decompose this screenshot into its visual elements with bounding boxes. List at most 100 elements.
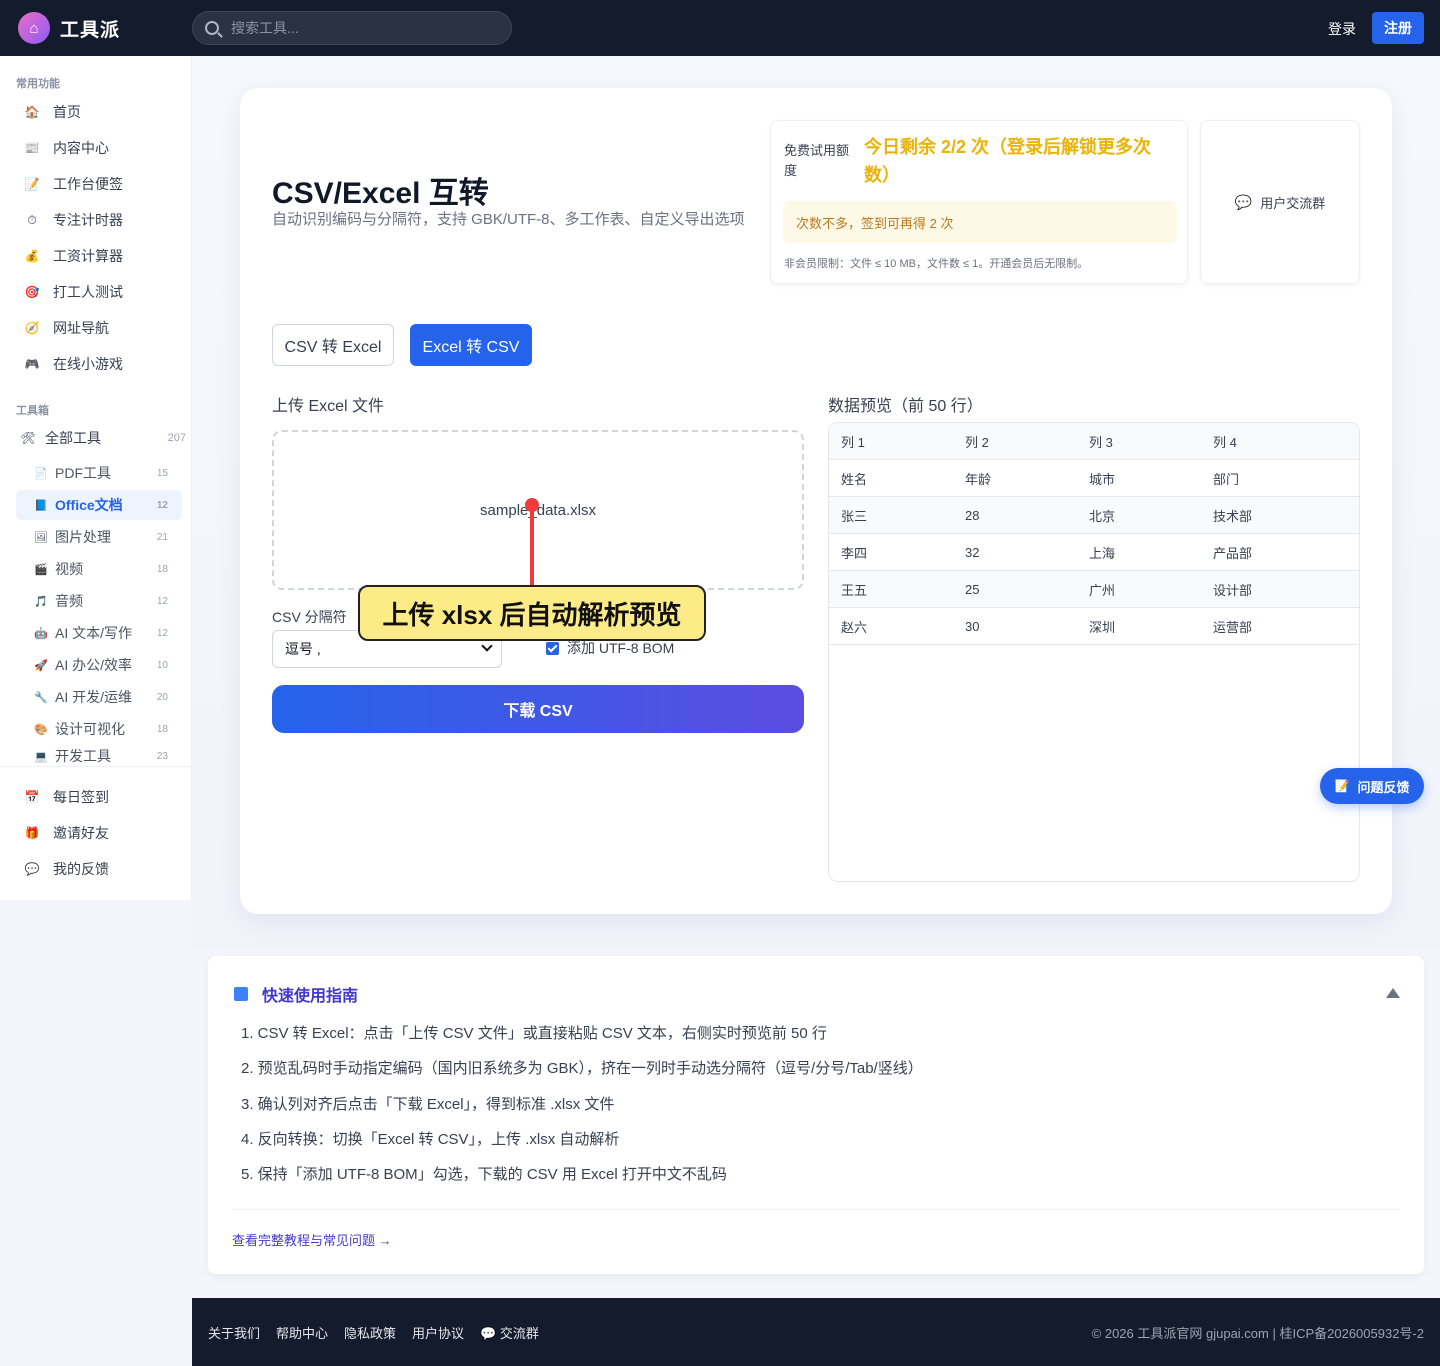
register-button[interactable]: 注册 <box>1372 12 1424 44</box>
home-icon: 🏠 <box>24 105 40 119</box>
sidebar-section-tools: 工具箱 <box>16 405 49 417</box>
tab-excel-to-csv[interactable]: Excel 转 CSV <box>410 324 532 366</box>
sidebar-item-all-tools[interactable]: 🛠 全部工具 207 <box>16 422 186 454</box>
sidebar-item-label: 在线小游戏 <box>53 356 123 372</box>
annotation-pointer-line <box>530 500 534 586</box>
collapse-arrow-icon[interactable] <box>1386 988 1400 998</box>
book-icon: 📘 <box>34 499 48 512</box>
table-row: 李四 32 上海 产品部 <box>829 534 1359 571</box>
bom-checkbox[interactable]: 添加 UTF-8 BOM <box>546 638 674 658</box>
tool-count-badge: 21 <box>156 531 168 543</box>
sidebar-item-salary[interactable]: 💰 工资计算器 <box>16 240 182 272</box>
sidebar-item-label: 我的反馈 <box>53 861 109 877</box>
sidebar-item-label: 打工人测试 <box>53 284 123 300</box>
tab-csv-to-excel[interactable]: CSV 转 Excel <box>272 324 394 366</box>
timer-icon: ⏱ <box>27 212 37 227</box>
guide-step: 1. CSV 转 Excel：点击「上传 CSV 文件」或直接粘贴 CSV 文本… <box>241 1025 827 1042</box>
table-cell: 城市 <box>1089 471 1116 487</box>
chevron-down-icon <box>481 640 493 652</box>
sidebar-section-common: 常用功能 <box>16 78 60 90</box>
full-tutorial-link[interactable]: 查看完整教程与常见问题 → <box>232 1230 392 1249</box>
picture-icon: 🖼 <box>34 531 48 544</box>
page-subtitle: 自动识别编码与分隔符，支持 GBK/UTF-8、多工作表、自定义导出选项 <box>272 211 745 228</box>
footer-link-privacy[interactable]: 隐私政策 <box>344 1323 396 1342</box>
sidebar-sub-audio[interactable]: 🎵 音频 12 <box>16 586 182 616</box>
quota-tip: 次数不多，签到可再得 2 次 <box>783 201 1177 243</box>
sidebar-item-content[interactable]: 📰 内容中心 <box>16 132 182 164</box>
sidebar-item-invite[interactable]: 🎁 邀请好友 <box>16 817 182 849</box>
search-input[interactable] <box>231 20 491 36</box>
footer-copyright: © 2026 工具派官网 gjupai.com | 桂ICP备202600593… <box>1091 1325 1424 1341</box>
sidebar-item-label: 每日签到 <box>53 789 109 805</box>
tool-count-badge: 12 <box>156 499 168 511</box>
sidebar-item-checkin[interactable]: 📅 每日签到 <box>16 781 182 813</box>
sidebar-item-nav[interactable]: 🧭 网址导航 <box>16 312 182 344</box>
sidebar-sub-ai-dev[interactable]: 🔧 AI 开发/运维 20 <box>16 682 182 712</box>
sidebar-item-notes[interactable]: 📝 工作台便签 <box>16 168 182 200</box>
calendar-icon: 📅 <box>24 790 40 804</box>
table-cell: 上海 <box>1089 545 1116 561</box>
table-cell: 姓名 <box>841 471 868 487</box>
compass-icon: 🧭 <box>24 321 40 335</box>
palette-icon: 🎨 <box>34 723 48 736</box>
quota-panel: 免费试用额度 今日剩余 2/2 次（登录后解锁更多次数） 次数不多，签到可再得 … <box>770 120 1188 284</box>
wrench-icon: 🔧 <box>34 691 48 704</box>
sidebar-sub-video[interactable]: 🎬 视频 18 <box>16 554 182 584</box>
sidebar-sub-office[interactable]: 📘 Office文档 12 <box>16 490 182 520</box>
guide-step: 5. 保持「添加 UTF-8 BOM」勾选，下载的 CSV 用 Excel 打开… <box>241 1166 727 1184</box>
sidebar-item-label: 网址导航 <box>53 320 109 336</box>
feedback-float-button[interactable]: 📝 问题反馈 <box>1320 768 1424 804</box>
table-cell: 技术部 <box>1213 508 1253 524</box>
file-dropzone[interactable]: sample_data.xlsx <box>272 430 804 590</box>
sidebar-item-label: 邀请好友 <box>53 825 109 841</box>
table-cell: 李四 <box>841 545 868 561</box>
download-csv-button[interactable]: 下载 CSV <box>272 685 804 733</box>
tool-count-badge: 23 <box>156 750 168 762</box>
speech-bubble-icon: 💬 <box>24 862 40 876</box>
guide-header[interactable]: 快速使用指南 <box>234 982 358 1006</box>
sidebar-item-test[interactable]: 🎯 打工人测试 <box>16 276 182 308</box>
money-bag-icon: 💰 <box>24 249 40 263</box>
sidebar-sub-label: 音频 <box>55 593 83 609</box>
separator-label: CSV 分隔符 <box>272 609 347 625</box>
sidebar-sub-ai-writing[interactable]: 🤖 AI 文本/写作 12 <box>16 618 182 648</box>
tool-count-badge: 12 <box>156 595 168 607</box>
logo[interactable]: ⌂ 工具派 <box>18 12 120 44</box>
table-cell: 广州 <box>1089 582 1116 598</box>
tool-count-badge: 18 <box>156 723 168 735</box>
quota-value: 今日剩余 2/2 次（登录后解锁更多次数） <box>864 137 1152 185</box>
footer-link-terms[interactable]: 用户协议 <box>412 1323 464 1342</box>
footer-link-help[interactable]: 帮助中心 <box>276 1323 328 1342</box>
search-bar <box>192 11 512 45</box>
feedback-label: 问题反馈 <box>1357 779 1410 795</box>
login-link[interactable]: 登录 <box>1328 19 1356 39</box>
sidebar-sub-devtools[interactable]: 💻 开发工具 23 <box>16 746 182 766</box>
sidebar-sub-design[interactable]: 🎨 设计可视化 18 <box>16 714 182 744</box>
table-cell: 赵六 <box>841 619 868 635</box>
sidebar-sub-pdf[interactable]: 📄 PDF工具 15 <box>16 458 182 488</box>
sidebar-sub-label: AI 开发/运维 <box>55 689 133 705</box>
footer-link-group[interactable]: 💬 交流群 <box>480 1323 539 1342</box>
upload-title: 上传 Excel 文件 <box>272 398 385 415</box>
sidebar-item-home[interactable]: 🏠 首页 <box>16 96 182 128</box>
gamepad-icon: 🎮 <box>24 357 40 371</box>
app-name: 工具派 <box>60 19 121 41</box>
sidebar-sub-image[interactable]: 🖼 图片处理 21 <box>16 522 182 552</box>
laptop-icon: 💻 <box>34 750 48 763</box>
bom-label: 添加 UTF-8 BOM <box>567 640 675 656</box>
annotation-pointer-dot <box>525 498 539 512</box>
top-navbar: ⌂ 工具派 登录 注册 <box>0 0 1440 56</box>
sidebar-sub-ai-office[interactable]: 🚀 AI 办公/效率 10 <box>16 650 182 680</box>
search-icon <box>205 21 219 35</box>
table-cell: 设计部 <box>1213 582 1253 598</box>
table-row: 姓名 年龄 城市 部门 <box>829 460 1359 497</box>
user-group-button[interactable]: 💬 用户交流群 <box>1200 120 1360 284</box>
footer-link-about[interactable]: 关于我们 <box>208 1323 260 1342</box>
sidebar-item-games[interactable]: 🎮 在线小游戏 <box>16 348 182 380</box>
sidebar-item-timer[interactable]: ⏱ 专注计时器 <box>16 204 182 236</box>
guide-steps: 1. CSV 转 Excel：点击「上传 CSV 文件」或直接粘贴 CSV 文本… <box>241 1022 923 1198</box>
sidebar-item-feedback[interactable]: 💬 我的反馈 <box>16 853 182 885</box>
sidebar: 常用功能 🏠 首页 📰 内容中心 📝 工作台便签 ⏱ 专注计时器 💰 工资计算器 🎯 打工人… <box>0 56 192 900</box>
chat-bubble-icon: 💬 <box>1234 193 1253 210</box>
sidebar-item-label: 工资计算器 <box>53 248 123 264</box>
